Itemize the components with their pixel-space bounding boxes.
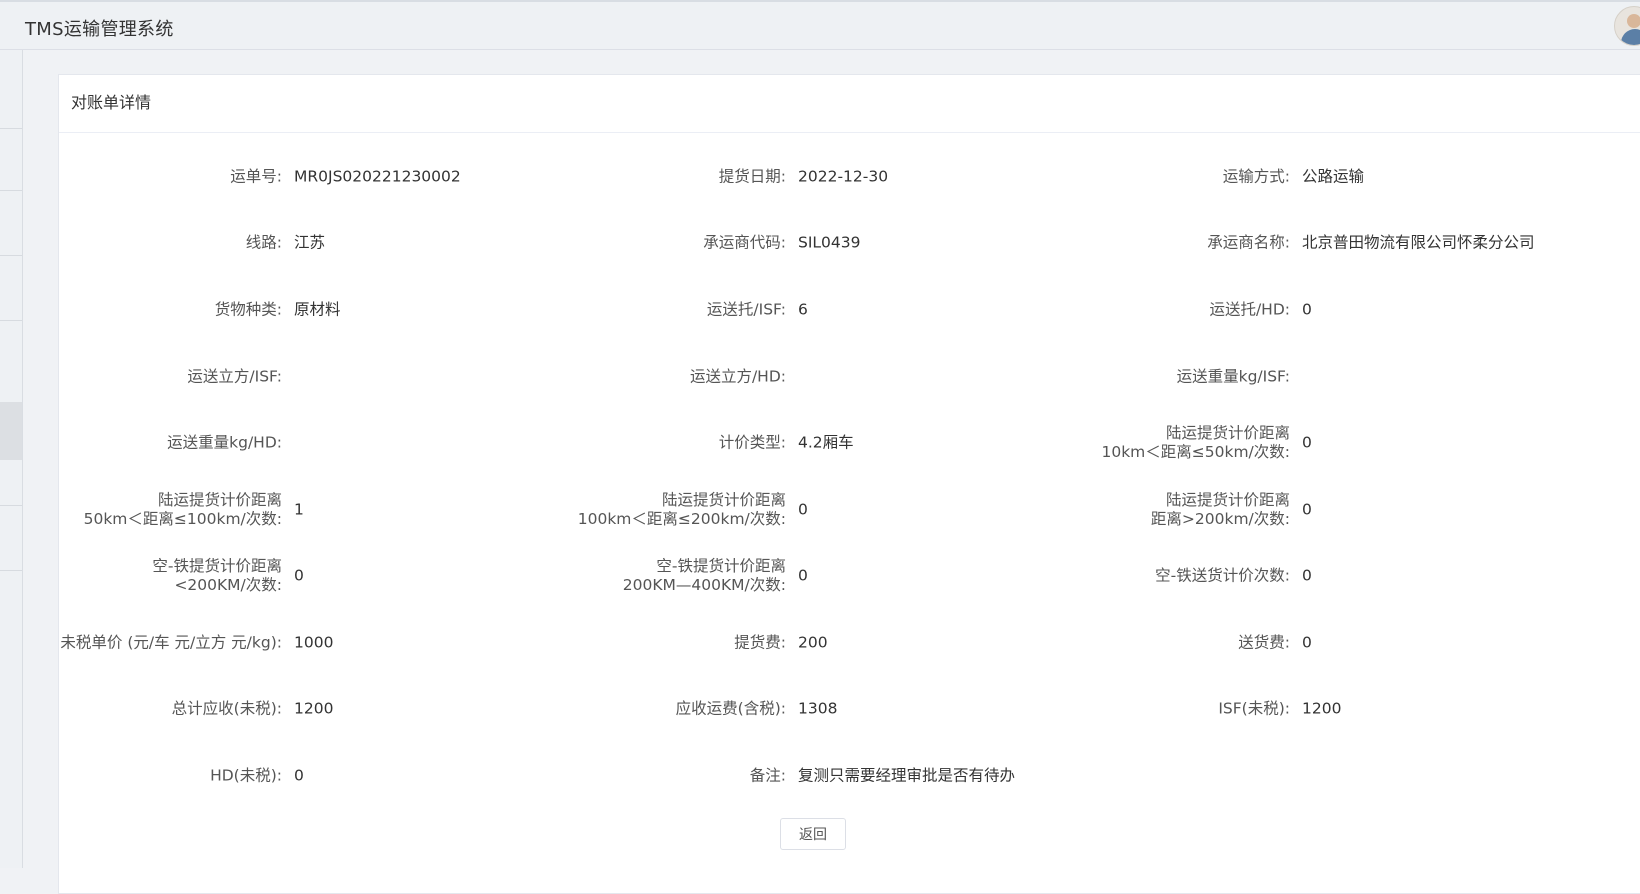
field-value-pallets-isf: 6 — [798, 300, 808, 319]
detail-row: 陆运提货计价距离 50km＜距离≤100km/次数: 1 陆运提货计价距离 10… — [0, 488, 1640, 532]
field-label-delivery-fee: 送货费: — [1238, 633, 1290, 652]
field-label-waybill-no: 运单号: — [230, 167, 282, 186]
label-line-2: <200KM/次数: — [174, 576, 282, 594]
field-label-air-rail-pickup-200-400: 空-铁提货计价距离 200KM—400KM/次数: — [406, 557, 786, 595]
field-value-freight-incl-tax: 1308 — [798, 699, 838, 718]
label-line-2: 10km＜距离≤50km/次数: — [1101, 443, 1290, 461]
field-label-goods-type: 货物种类: — [214, 300, 282, 319]
field-value-unit-price: 1000 — [294, 633, 334, 652]
field-label-carrier-name: 承运商名称: — [1207, 233, 1290, 252]
field-label-air-rail-delivery-count: 空-铁送货计价次数: — [1155, 566, 1290, 585]
field-label-remarks: 备注: — [749, 766, 786, 785]
detail-row: 货物种类: 原材料 运送托/ISF: 6 运送托/HD: 0 — [0, 288, 1640, 332]
field-value-land-pickup-over-200: 0 — [1302, 500, 1312, 519]
field-value-transport-mode: 公路运输 — [1302, 167, 1365, 186]
label-line-2: 200KM—400KM/次数: — [622, 576, 786, 594]
field-value-delivery-fee: 0 — [1302, 633, 1312, 652]
field-value-route: 江苏 — [294, 233, 326, 252]
detail-row: 线路: 江苏 承运商代码: SIL0439 承运商名称: 北京普田物流有限公司怀… — [0, 221, 1640, 265]
label-line-1: 空-铁提货计价距离 — [152, 557, 282, 575]
avatar-body-shape — [1621, 29, 1640, 45]
field-label-volume-hd: 运送立方/HD: — [689, 367, 786, 386]
label-line-1: 陆运提货计价距离 — [661, 491, 786, 509]
detail-row: 运送立方/ISF: 运送立方/HD: 运送重量kg/ISF: — [0, 355, 1640, 399]
field-label-land-pickup-100-200: 陆运提货计价距离 100km＜距离≤200km/次数: — [406, 491, 786, 529]
field-value-carrier-code: SIL0439 — [798, 233, 861, 252]
field-value-isf-untaxed: 1200 — [1302, 699, 1342, 718]
field-value-goods-type: 原材料 — [294, 300, 341, 319]
field-value-carrier-name: 北京普田物流有限公司怀柔分公司 — [1302, 233, 1535, 252]
field-label-land-pickup-10-50: 陆运提货计价距离 10km＜距离≤50km/次数: — [910, 424, 1290, 462]
label-line-1: 陆运提货计价距离 — [1165, 491, 1290, 509]
label-line-1: 陆运提货计价距离 — [1165, 424, 1290, 442]
field-value-pricing-type: 4.2厢车 — [798, 433, 854, 452]
field-value-land-pickup-10-50: 0 — [1302, 433, 1312, 452]
field-label-air-rail-pickup-under-200: 空-铁提货计价距离 <200KM/次数: — [0, 557, 282, 595]
field-label-land-pickup-over-200: 陆运提货计价距离 距离>200km/次数: — [910, 491, 1290, 529]
top-header-bar: TMS运输管理系统 — [0, 0, 1640, 50]
field-label-freight-incl-tax: 应收运费(含税): — [675, 699, 786, 718]
detail-row: 未税单价 (元/车 元/立方 元/kg): 1000 提货费: 200 送货费:… — [0, 621, 1640, 665]
field-value-hd-untaxed: 0 — [294, 766, 304, 785]
field-label-pallets-isf: 运送托/ISF: — [706, 300, 786, 319]
field-label-transport-mode: 运输方式: — [1222, 167, 1290, 186]
field-value-pickup-fee: 200 — [798, 633, 828, 652]
field-label-weight-isf: 运送重量kg/ISF: — [1176, 367, 1290, 386]
field-value-pallets-hd: 0 — [1302, 300, 1312, 319]
back-button[interactable]: 返回 — [780, 818, 846, 850]
sidebar-divider — [0, 128, 22, 129]
label-line-2: 100km＜距离≤200km/次数: — [577, 510, 786, 528]
label-line-1: 空-铁提货计价距离 — [656, 557, 786, 575]
avatar-head-shape — [1627, 14, 1640, 28]
detail-row: HD(未税): 0 备注: 复测只需要经理审批是否有待办 — [0, 754, 1640, 798]
field-label-hd-untaxed: HD(未税): — [210, 766, 282, 785]
field-value-air-rail-pickup-under-200: 0 — [294, 566, 304, 585]
detail-row: 总计应收(未税): 1200 应收运费(含税): 1308 ISF(未税): 1… — [0, 687, 1640, 731]
field-label-pallets-hd: 运送托/HD: — [1209, 300, 1290, 319]
field-label-pricing-type: 计价类型: — [718, 433, 786, 452]
field-value-land-pickup-100-200: 0 — [798, 500, 808, 519]
field-label-isf-untaxed: ISF(未税): — [1218, 699, 1290, 718]
field-label-pickup-fee: 提货费: — [734, 633, 786, 652]
field-label-volume-isf: 运送立方/ISF: — [187, 367, 282, 386]
label-line-2: 50km＜距离≤100km/次数: — [83, 510, 282, 528]
field-label-total-receivable: 总计应收(未税): — [171, 699, 282, 718]
app-title: TMS运输管理系统 — [25, 19, 174, 40]
field-label-route: 线路: — [245, 233, 282, 252]
user-avatar[interactable] — [1614, 6, 1640, 46]
label-line-2: 距离>200km/次数: — [1150, 510, 1290, 528]
field-label-unit-price: 未税单价 (元/车 元/立方 元/kg): — [60, 633, 282, 652]
field-label-pickup-date: 提货日期: — [718, 167, 786, 186]
card-title: 对账单详情 — [59, 75, 1640, 133]
field-value-land-pickup-50-100: 1 — [294, 500, 304, 519]
field-label-carrier-code: 承运商代码: — [703, 233, 786, 252]
label-line-1: 陆运提货计价距离 — [157, 491, 282, 509]
field-label-weight-hd: 运送重量kg/HD: — [167, 433, 282, 452]
detail-row: 空-铁提货计价距离 <200KM/次数: 0 空-铁提货计价距离 200KM—4… — [0, 554, 1640, 598]
field-value-total-receivable: 1200 — [294, 699, 334, 718]
detail-row: 运单号: MR0JS020221230002 提货日期: 2022-12-30 … — [0, 155, 1640, 199]
field-value-pickup-date: 2022-12-30 — [798, 167, 889, 186]
field-value-air-rail-delivery-count: 0 — [1302, 566, 1312, 585]
field-label-land-pickup-50-100: 陆运提货计价距离 50km＜距离≤100km/次数: — [0, 491, 282, 529]
field-value-air-rail-pickup-200-400: 0 — [798, 566, 808, 585]
field-value-remarks: 复测只需要经理审批是否有待办 — [798, 766, 1016, 785]
detail-row: 运送重量kg/HD: 计价类型: 4.2厢车 陆运提货计价距离 10km＜距离≤… — [0, 421, 1640, 465]
